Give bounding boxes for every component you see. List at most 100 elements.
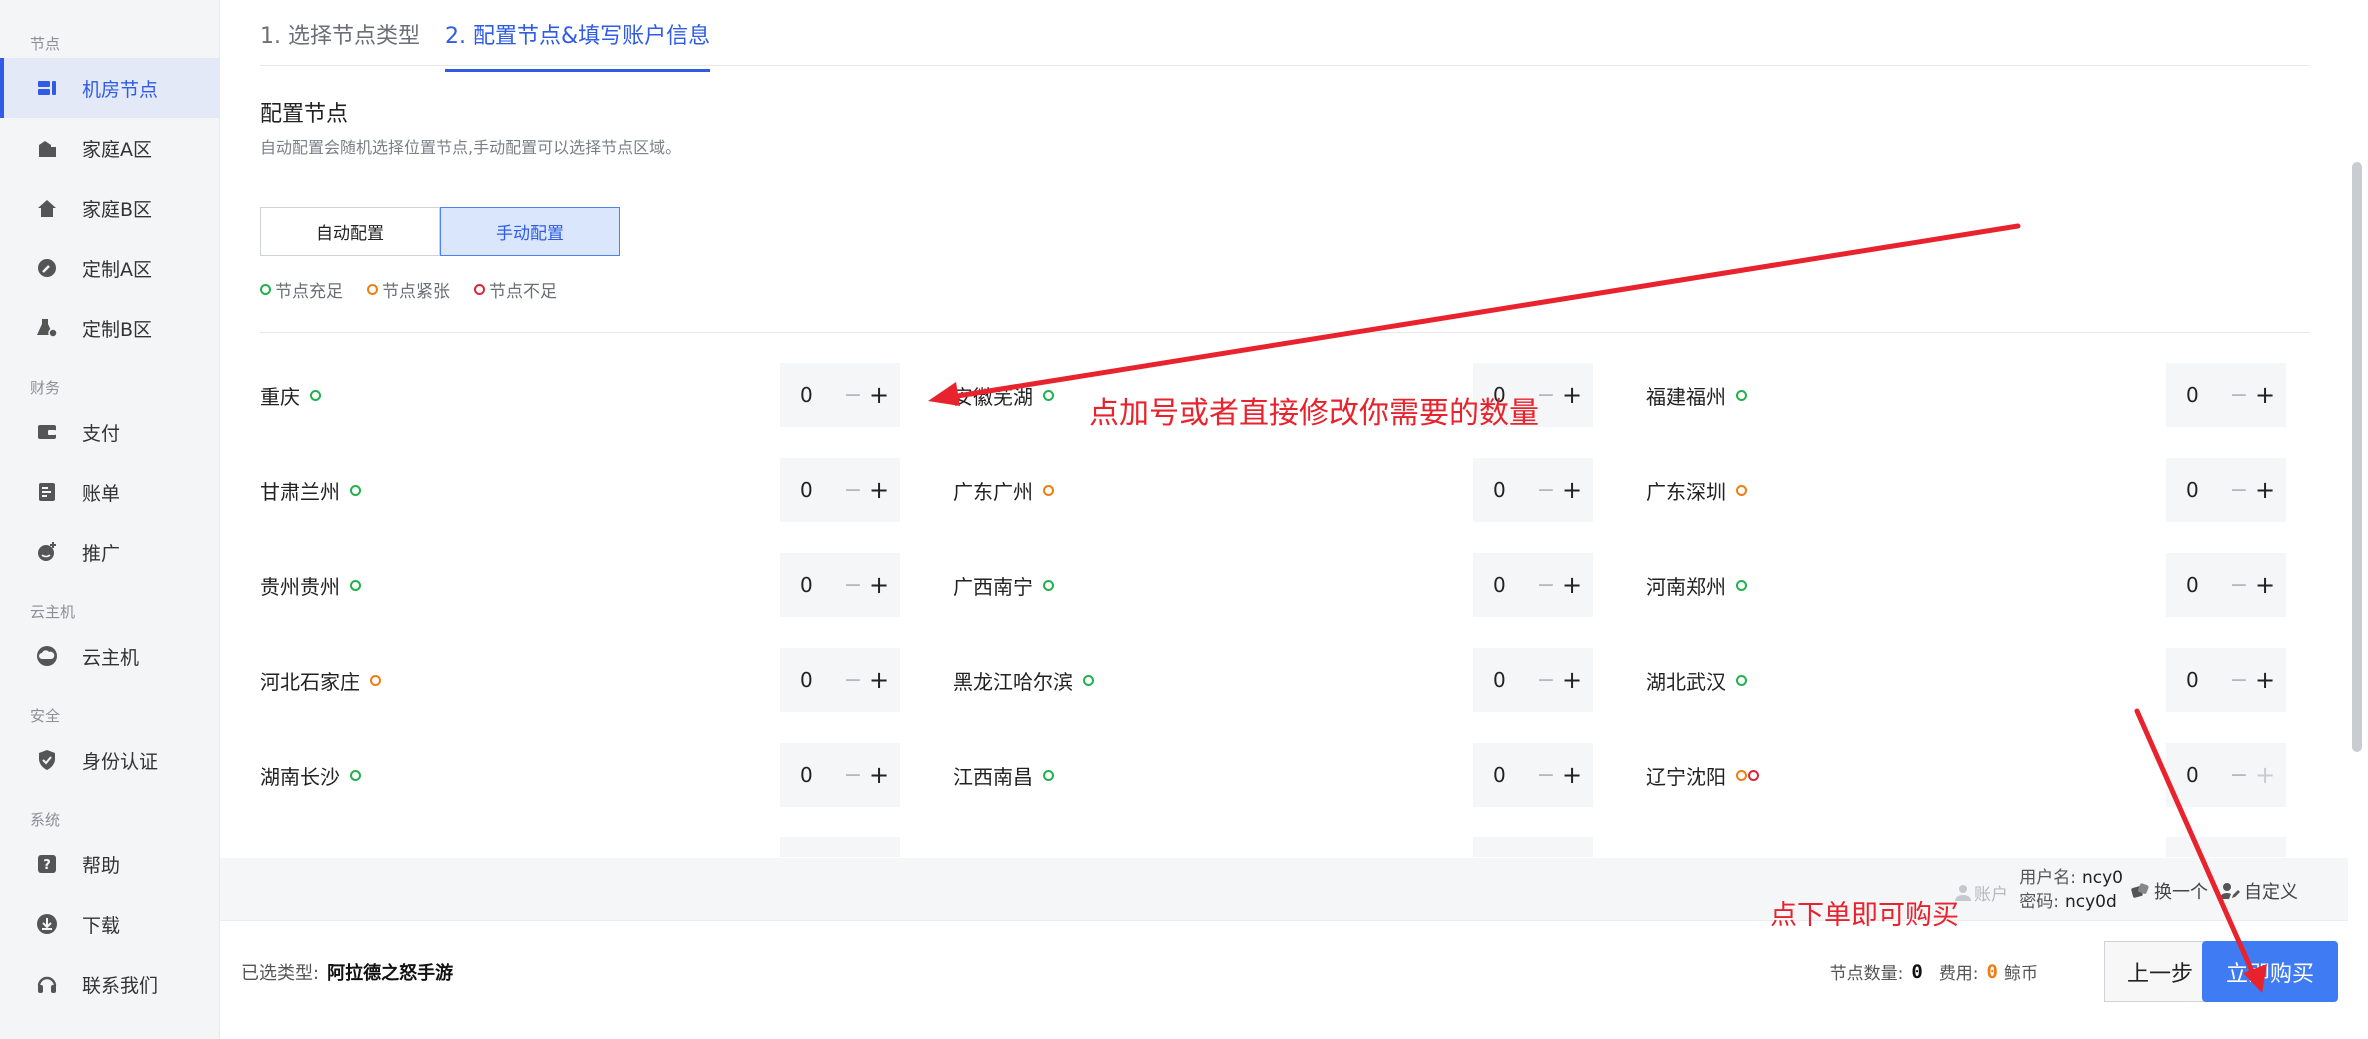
quantity-input[interactable]: 0 <box>780 763 840 787</box>
status-dot-green-icon <box>350 769 361 781</box>
increment-button[interactable]: + <box>866 476 892 504</box>
increment-button[interactable]: + <box>866 761 892 789</box>
sidebar-item-6[interactable]: 支付 <box>0 402 219 462</box>
region-name: 广西南宁 <box>953 571 1054 600</box>
increment-button[interactable]: + <box>2252 381 2278 409</box>
quantity-input[interactable]: 0 <box>2166 478 2226 502</box>
sidebar-item-8[interactable]: 推广 <box>0 522 219 582</box>
wrench-icon <box>36 257 58 279</box>
region-name: 甘肃兰州 <box>260 476 361 505</box>
sidebar-item-1[interactable]: 机房节点 <box>0 58 219 118</box>
decrement-button[interactable]: − <box>840 478 866 503</box>
region-row: 湖南长沙 0− + <box>260 743 900 807</box>
quantity-input[interactable]: 0 <box>780 478 840 502</box>
quantity-input[interactable]: 0 <box>2166 668 2226 692</box>
sidebar-item-5[interactable]: 定制B区 <box>0 298 219 358</box>
decrement-button[interactable]: − <box>2226 668 2252 693</box>
increment-button[interactable]: + <box>2252 761 2278 789</box>
change-account-button[interactable]: 换一个 <box>2130 878 2208 904</box>
quantity-stepper: 0− + <box>1473 553 1593 617</box>
decrement-button[interactable]: − <box>1533 478 1559 503</box>
decrement-button[interactable]: − <box>1533 573 1559 598</box>
increment-button[interactable]: + <box>2252 666 2278 694</box>
step-select-type[interactable]: 1. 选择节点类型 <box>260 18 420 50</box>
region-name: 贵州贵州 <box>260 571 361 600</box>
region-name: 安徽芜湖 <box>953 381 1054 410</box>
region-row: 黑龙江哈尔滨 0− + <box>953 648 1593 712</box>
quantity-input[interactable]: 0 <box>780 383 840 407</box>
sidebar-item-10[interactable]: 身份认证 <box>0 730 219 790</box>
quantity-input[interactable]: 0 <box>2166 763 2226 787</box>
app-window: 节点 机房节点 家庭A区 家庭B区 定制A区 定制B区 财务 支付 账单 推广 云主机 云主机 安全 身份… <box>0 0 2368 1039</box>
quantity-input[interactable]: 0 <box>2166 573 2226 597</box>
region-row: 江西南昌 0− + <box>953 743 1593 807</box>
decrement-button[interactable]: − <box>2226 478 2252 503</box>
region-name: 福建福州 <box>1646 381 1747 410</box>
region-row: 甘肃兰州 0− + <box>260 458 900 522</box>
scrollbar-thumb[interactable] <box>2352 162 2362 752</box>
legend-label: 节点不足 <box>489 282 557 302</box>
sidebar-item-13[interactable]: 联系我们 <box>0 954 219 1014</box>
region-name: 河北石家庄 <box>260 666 381 695</box>
decrement-button[interactable]: − <box>2226 383 2252 408</box>
previous-step-button[interactable]: 上一步 <box>2104 941 2216 1002</box>
quantity-input[interactable]: 0 <box>1473 478 1533 502</box>
decrement-button[interactable]: − <box>840 763 866 788</box>
quantity-input[interactable]: 0 <box>1473 763 1533 787</box>
sidebar-item-7[interactable]: 账单 <box>0 462 219 522</box>
increment-button[interactable]: + <box>866 381 892 409</box>
section-title: 配置节点 <box>260 102 349 127</box>
sidebar-item-9[interactable]: 云主机 <box>0 626 219 686</box>
currency-label: 鲸币 <box>2004 964 2038 984</box>
shield-check-icon <box>36 749 58 771</box>
increment-button[interactable]: + <box>1559 571 1585 599</box>
increment-button[interactable]: + <box>1559 761 1585 789</box>
increment-button[interactable]: + <box>2252 476 2278 504</box>
increment-button[interactable]: + <box>866 571 892 599</box>
sidebar-item-label: 联系我们 <box>82 974 159 997</box>
sidebar-item-2[interactable]: 家庭A区 <box>0 118 219 178</box>
manual-config-button[interactable]: 手动配置 <box>440 207 620 256</box>
status-dot-green-icon <box>350 484 361 496</box>
quantity-input[interactable]: 0 <box>780 573 840 597</box>
decrement-button[interactable]: − <box>840 668 866 693</box>
increment-button[interactable]: + <box>1559 381 1585 409</box>
quantity-stepper: 0− + <box>2166 363 2286 427</box>
legend-insufficient: 节点不足 <box>474 277 557 302</box>
selected-type: 已选类型: 阿拉德之怒手游 <box>241 963 454 984</box>
step-configure[interactable]: 2. 配置节点&填写账户信息 <box>445 18 711 72</box>
decrement-button[interactable]: − <box>1533 668 1559 693</box>
password-value: ncy0d <box>2065 892 2117 912</box>
region-name: 湖北武汉 <box>1646 666 1747 695</box>
region-row: 河北石家庄 0− + <box>260 648 900 712</box>
increment-button[interactable]: + <box>1559 476 1585 504</box>
decrement-button[interactable]: − <box>840 573 866 598</box>
buy-now-button[interactable]: 立即购买 <box>2202 941 2338 1002</box>
status-dot-green-icon <box>1043 769 1054 781</box>
selected-type-value: 阿拉德之怒手游 <box>327 963 454 984</box>
decrement-button[interactable]: − <box>1533 763 1559 788</box>
decrement-button[interactable]: − <box>2226 573 2252 598</box>
list-item-partial <box>953 837 1593 857</box>
region-row: 广东深圳 0− + <box>1646 458 2286 522</box>
auto-config-button[interactable]: 自动配置 <box>260 207 440 256</box>
custom-account-button[interactable]: 自定义 <box>2220 878 2298 904</box>
decrement-button[interactable]: − <box>2226 763 2252 788</box>
sidebar-item-4[interactable]: 定制A区 <box>0 238 219 298</box>
region-row: 广西南宁 0− + <box>953 553 1593 617</box>
sidebar-item-12[interactable]: 下载 <box>0 894 219 954</box>
increment-button[interactable]: + <box>2252 571 2278 599</box>
bill-icon <box>36 481 58 503</box>
quantity-input[interactable]: 0 <box>1473 668 1533 692</box>
region-row: 辽宁沈阳 0− + <box>1646 743 2286 807</box>
sidebar-item-11[interactable]: ? 帮助 <box>0 834 219 894</box>
quantity-input[interactable]: 0 <box>1473 573 1533 597</box>
sidebar-item-3[interactable]: 家庭B区 <box>0 178 219 238</box>
quantity-input[interactable]: 0 <box>2166 383 2226 407</box>
decrement-button[interactable]: − <box>840 383 866 408</box>
quantity-input[interactable]: 0 <box>780 668 840 692</box>
status-dot-green-icon <box>1043 389 1054 401</box>
increment-button[interactable]: + <box>1559 666 1585 694</box>
quantity-stepper: 0− + <box>2166 743 2286 807</box>
increment-button[interactable]: + <box>866 666 892 694</box>
